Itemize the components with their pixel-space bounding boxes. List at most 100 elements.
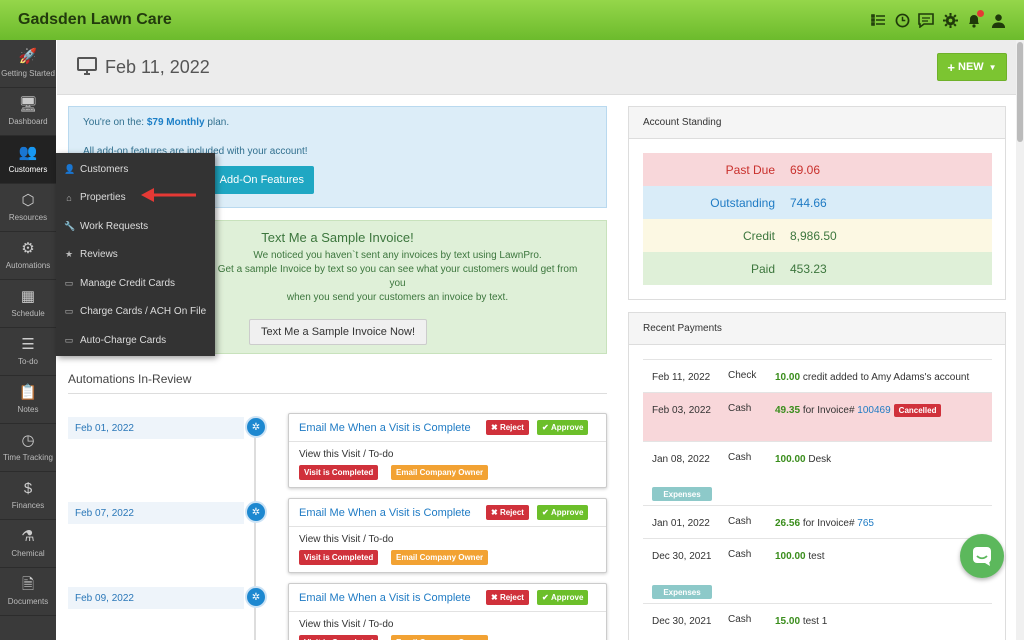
app-title: Gadsden Lawn Care: [18, 11, 172, 28]
text-sample-invoice-button[interactable]: Text Me a Sample Invoice Now!: [249, 319, 427, 345]
payment-method: Cash: [728, 614, 752, 625]
menu-item-auto-charge-cards[interactable]: ▭ Auto-Charge Cards: [56, 326, 215, 355]
sidebar-item-label: To-do: [17, 357, 38, 367]
sidebar-item-documents[interactable]: 🗎 Documents: [0, 568, 56, 616]
plus-icon: +: [947, 59, 955, 75]
sidebar-item-label: Resources: [8, 213, 48, 223]
menu-item-charge-cards-ach-on-file[interactable]: ▭ Charge Cards / ACH On File: [56, 298, 215, 327]
view-visit-link[interactable]: View this Visit / To-do: [299, 534, 394, 545]
automation-card: Email Me When a Visit is Complete ✖ Reje…: [288, 583, 607, 640]
expenses-badge: Expenses: [652, 585, 712, 599]
add-on-features-button[interactable]: Add-On Features: [202, 166, 314, 194]
sidebar-item-label: Automations: [5, 261, 51, 271]
standing-label: Paid: [750, 261, 775, 276]
trigger-badge: Visit is Completed: [299, 635, 379, 640]
menu-item-reviews[interactable]: ★ Reviews: [56, 241, 215, 270]
invoice-link[interactable]: 765: [857, 518, 874, 529]
payment-note: test 1: [802, 616, 828, 627]
automation-title-link[interactable]: Email Me When a Visit is Complete: [299, 507, 471, 519]
bell-icon[interactable]: [966, 10, 984, 28]
action-badge: Email Company Owner: [391, 465, 489, 480]
payment-amount: 49.35: [775, 405, 801, 416]
monitor-icon: [77, 56, 97, 78]
automation-date: Feb 07, 2022: [68, 502, 244, 524]
calendar-icon: ▦: [20, 288, 36, 306]
automation-title-link[interactable]: Email Me When a Visit is Complete: [299, 592, 471, 604]
payment-method: Cash: [728, 452, 752, 463]
view-visit-link[interactable]: View this Visit / To-do: [299, 619, 394, 630]
gear-icon[interactable]: [942, 12, 958, 28]
menu-item-manage-credit-cards[interactable]: ▭ Manage Credit Cards: [56, 269, 215, 298]
payment-row: Feb 11, 2022 Check 10.00 credit added to A…: [643, 359, 992, 392]
new-button[interactable]: + NEW ▼: [937, 53, 1007, 81]
recent-payments-title: Recent Payments: [629, 313, 1005, 345]
trigger-badge: Visit is Completed: [299, 550, 379, 565]
chat-button[interactable]: [960, 534, 1004, 578]
sidebar-item-to-do[interactable]: ☰ To-do: [0, 328, 56, 376]
sidebar-item-getting-started[interactable]: 🚀 Getting Started: [0, 40, 56, 88]
automation-icon: ✲: [245, 416, 267, 438]
scrollbar-thumb[interactable]: [1017, 42, 1023, 142]
sidebar-item-label: Customers: [8, 165, 48, 175]
payment-amount: 10.00: [775, 372, 801, 383]
sidebar-item-time-tracking[interactable]: ◷ Time Tracking: [0, 424, 56, 472]
checklist-icon[interactable]: [870, 12, 886, 28]
approve-button[interactable]: ✔ Approve: [537, 590, 589, 605]
notification-dot: [977, 10, 984, 17]
automation-row: Feb 01, 2022 ✲ Email Me When a Visit is …: [68, 413, 607, 496]
payment-method: Check: [728, 370, 757, 381]
standing-row-credit: Credit 8,986.50: [643, 219, 992, 252]
wrench-icon: 🔧: [64, 220, 76, 231]
cancelled-badge: Cancelled: [893, 404, 942, 417]
payment-row: Dec 30, 2021 Cash 15.00 test 1: [643, 603, 992, 640]
sidebar-item-label: Time Tracking: [3, 453, 53, 463]
view-visit-link[interactable]: View this Visit / To-do: [299, 449, 394, 460]
menu-item-work-requests[interactable]: 🔧 Work Requests: [56, 212, 215, 241]
standing-label: Outstanding: [710, 195, 775, 210]
sidebar-item-notes[interactable]: 📋 Notes: [0, 376, 56, 424]
sidebar-item-dashboard[interactable]: 🖥 Dashboard: [0, 88, 56, 136]
dollar-icon: $: [23, 480, 33, 498]
sidebar-item-customers[interactable]: 👥 Customers: [0, 136, 56, 184]
payment-row: Jan 08, 2022 Cash 100.00 Desk Expenses: [643, 441, 992, 505]
payment-method: Cash: [728, 549, 752, 560]
invoice-link[interactable]: 100469: [857, 405, 890, 416]
reject-button[interactable]: ✖ Reject: [486, 590, 529, 605]
top-bar: Gadsden Lawn Care: [0, 0, 1024, 40]
standing-label: Past Due: [725, 162, 775, 177]
sidebar-item-automations[interactable]: ⚙ Automations: [0, 232, 56, 280]
payment-note: test: [808, 551, 825, 562]
sidebar-item-schedule[interactable]: ▦ Schedule: [0, 280, 56, 328]
rocket-icon: 🚀: [18, 48, 38, 66]
payment-amount: 100.00: [775, 454, 806, 465]
sidebar-item-label: Finances: [11, 501, 45, 511]
automations-title: Automations In-Review: [68, 372, 192, 386]
payment-amount: 100.00: [775, 551, 806, 562]
sidebar-item-label: Getting Started: [1, 69, 55, 79]
cogs-icon: ⚙: [21, 240, 35, 258]
clock-icon[interactable]: [894, 12, 910, 28]
star-icon: ★: [64, 249, 74, 260]
sidebar-item-resources[interactable]: ⬡ Resources: [0, 184, 56, 232]
menu-item-customers[interactable]: 👤 Customers: [56, 155, 215, 184]
home-icon: ⌂: [66, 192, 72, 203]
automation-title-link[interactable]: Email Me When a Visit is Complete: [299, 422, 471, 434]
standing-label: Credit: [742, 228, 775, 243]
standing-value: 69.06: [790, 162, 821, 177]
card-icon: ▭: [64, 306, 74, 317]
trigger-badge: Visit is Completed: [299, 465, 379, 480]
message-icon[interactable]: [918, 12, 934, 28]
payment-date: Dec 30, 2021: [652, 551, 712, 562]
scrollbar[interactable]: [1016, 40, 1024, 640]
approve-button[interactable]: ✔ Approve: [537, 505, 589, 520]
reject-button[interactable]: ✖ Reject: [486, 505, 529, 520]
sidebar-item-finances[interactable]: $ Finances: [0, 472, 56, 520]
automation-card: Email Me When a Visit is Complete ✖ Reje…: [288, 498, 607, 573]
reject-button[interactable]: ✖ Reject: [486, 420, 529, 435]
plan-name: $79 Monthly: [146, 117, 205, 128]
sidebar-item-chemical[interactable]: ⚗ Chemical: [0, 520, 56, 568]
automation-row: Feb 07, 2022 ✲ Email Me When a Visit is …: [68, 498, 607, 581]
flask-icon: ⚗: [21, 528, 35, 546]
user-icon[interactable]: [990, 12, 1006, 28]
approve-button[interactable]: ✔ Approve: [537, 420, 589, 435]
